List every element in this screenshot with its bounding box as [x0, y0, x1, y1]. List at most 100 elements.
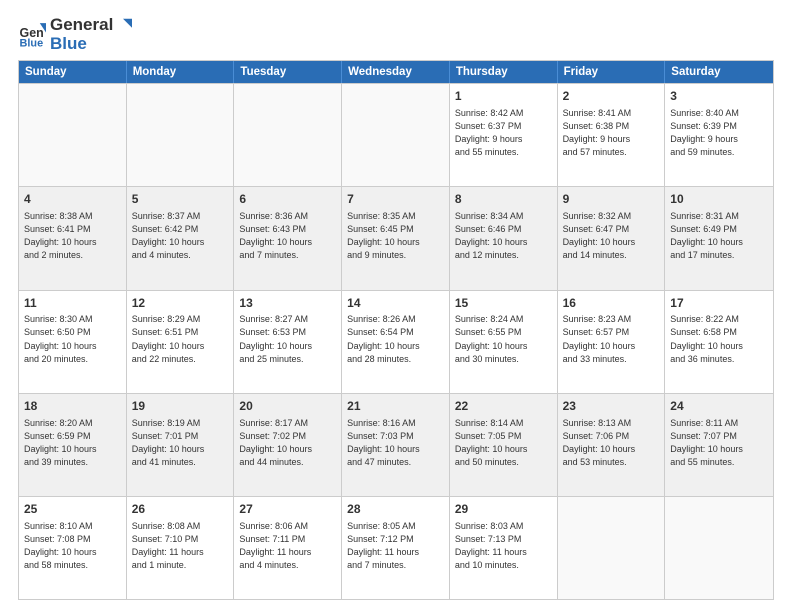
svg-text:Blue: Blue [20, 38, 44, 49]
day-number-28: 28 [347, 501, 444, 518]
day-number-1: 1 [455, 88, 552, 105]
header-day-thursday: Thursday [450, 61, 558, 83]
day-number-16: 16 [563, 295, 660, 312]
cal-cell-3-4: 22 Sunrise: 8:14 AM Sunset: 7:05 PM Dayli… [450, 394, 558, 496]
day-number-6: 6 [239, 191, 336, 208]
calendar-row-2: 11Sunrise: 8:30 AM Sunset: 6:50 PM Dayli… [19, 290, 773, 393]
cell-detail-13: Sunrise: 8:27 AM Sunset: 6:53 PM Dayligh… [239, 313, 336, 365]
day-number-22: 22 [455, 398, 552, 415]
cell-detail-16: Sunrise: 8:23 AM Sunset: 6:57 PM Dayligh… [563, 313, 660, 365]
day-number-10: 10 [670, 191, 768, 208]
header-day-sunday: Sunday [19, 61, 127, 83]
cell-detail-11: Sunrise: 8:30 AM Sunset: 6:50 PM Dayligh… [24, 313, 121, 365]
cal-cell-4-3: 28Sunrise: 8:05 AM Sunset: 7:12 PM Dayli… [342, 497, 450, 599]
calendar-header: SundayMondayTuesdayWednesdayThursdayFrid… [19, 61, 773, 83]
day-number-11: 11 [24, 295, 121, 312]
cell-detail-10: Sunrise: 8:31 AM Sunset: 6:49 PM Dayligh… [670, 210, 768, 262]
day-number-14: 14 [347, 295, 444, 312]
cal-cell-1-4: 8 Sunrise: 8:34 AM Sunset: 6:46 PM Daylig… [450, 187, 558, 289]
cal-cell-1-5: 9 Sunrise: 8:32 AM Sunset: 6:47 PM Daylig… [558, 187, 666, 289]
day-number-5: 5 [132, 191, 229, 208]
cal-cell-1-2: 6 Sunrise: 8:36 AM Sunset: 6:43 PM Daylig… [234, 187, 342, 289]
cal-cell-4-4: 29 Sunrise: 8:03 AM Sunset: 7:13 PM Dayli… [450, 497, 558, 599]
cal-cell-2-3: 14Sunrise: 8:26 AM Sunset: 6:54 PM Dayli… [342, 291, 450, 393]
day-number-26: 26 [132, 501, 229, 518]
day-number-2: 2 [563, 88, 660, 105]
header-day-tuesday: Tuesday [234, 61, 342, 83]
header-day-monday: Monday [127, 61, 235, 83]
header: Gen Blue GeneralBlue [18, 16, 774, 52]
cell-detail-23: Sunrise: 8:13 AM Sunset: 7:06 PM Dayligh… [563, 417, 660, 469]
cell-detail-29: Sunrise: 8:03 AM Sunset: 7:13 PM Dayligh… [455, 520, 552, 572]
cal-cell-3-0: 18 Sunrise: 8:20 AM Sunset: 6:59 PM Dayli… [19, 394, 127, 496]
day-number-9: 9 [563, 191, 660, 208]
day-number-21: 21 [347, 398, 444, 415]
cell-detail-17: Sunrise: 8:22 AM Sunset: 6:58 PM Dayligh… [670, 313, 768, 365]
day-number-17: 17 [670, 295, 768, 312]
calendar-row-4: 25 Sunrise: 8:10 AM Sunset: 7:08 PM Dayli… [19, 496, 773, 599]
cal-cell-4-5 [558, 497, 666, 599]
cal-cell-4-1: 26 Sunrise: 8:08 AM Sunset: 7:10 PM Dayli… [127, 497, 235, 599]
cal-cell-3-6: 24Sunrise: 8:11 AM Sunset: 7:07 PM Dayli… [665, 394, 773, 496]
day-number-23: 23 [563, 398, 660, 415]
cal-cell-2-2: 13Sunrise: 8:27 AM Sunset: 6:53 PM Dayli… [234, 291, 342, 393]
cell-detail-9: Sunrise: 8:32 AM Sunset: 6:47 PM Dayligh… [563, 210, 660, 262]
cal-cell-3-1: 19 Sunrise: 8:19 AM Sunset: 7:01 PM Dayli… [127, 394, 235, 496]
calendar: SundayMondayTuesdayWednesdayThursdayFrid… [18, 60, 774, 600]
cell-detail-15: Sunrise: 8:24 AM Sunset: 6:55 PM Dayligh… [455, 313, 552, 365]
cal-cell-0-2 [234, 84, 342, 186]
page: Gen Blue GeneralBlue SundayMondayTuesday… [0, 0, 792, 612]
cal-cell-0-5: 2 Sunrise: 8:41 AM Sunset: 6:38 PM Daylig… [558, 84, 666, 186]
cal-cell-0-1 [127, 84, 235, 186]
day-number-8: 8 [455, 191, 552, 208]
cal-cell-0-6: 3Sunrise: 8:40 AM Sunset: 6:39 PM Daylig… [665, 84, 773, 186]
cell-detail-6: Sunrise: 8:36 AM Sunset: 6:43 PM Dayligh… [239, 210, 336, 262]
day-number-19: 19 [132, 398, 229, 415]
cell-detail-18: Sunrise: 8:20 AM Sunset: 6:59 PM Dayligh… [24, 417, 121, 469]
cell-detail-1: Sunrise: 8:42 AM Sunset: 6:37 PM Dayligh… [455, 107, 552, 159]
cell-detail-24: Sunrise: 8:11 AM Sunset: 7:07 PM Dayligh… [670, 417, 768, 469]
calendar-row-0: 1 Sunrise: 8:42 AM Sunset: 6:37 PM Daylig… [19, 83, 773, 186]
cell-detail-5: Sunrise: 8:37 AM Sunset: 6:42 PM Dayligh… [132, 210, 229, 262]
cell-detail-12: Sunrise: 8:29 AM Sunset: 6:51 PM Dayligh… [132, 313, 229, 365]
day-number-13: 13 [239, 295, 336, 312]
day-number-12: 12 [132, 295, 229, 312]
cal-cell-3-2: 20 Sunrise: 8:17 AM Sunset: 7:02 PM Dayli… [234, 394, 342, 496]
cell-detail-14: Sunrise: 8:26 AM Sunset: 6:54 PM Dayligh… [347, 313, 444, 365]
day-number-7: 7 [347, 191, 444, 208]
cell-detail-27: Sunrise: 8:06 AM Sunset: 7:11 PM Dayligh… [239, 520, 336, 572]
logo: Gen Blue GeneralBlue [18, 16, 133, 52]
cal-cell-2-6: 17Sunrise: 8:22 AM Sunset: 6:58 PM Dayli… [665, 291, 773, 393]
calendar-body: 1 Sunrise: 8:42 AM Sunset: 6:37 PM Daylig… [19, 83, 773, 599]
cell-detail-22: Sunrise: 8:14 AM Sunset: 7:05 PM Dayligh… [455, 417, 552, 469]
cal-cell-2-5: 16Sunrise: 8:23 AM Sunset: 6:57 PM Dayli… [558, 291, 666, 393]
cell-detail-20: Sunrise: 8:17 AM Sunset: 7:02 PM Dayligh… [239, 417, 336, 469]
cal-cell-1-6: 10 Sunrise: 8:31 AM Sunset: 6:49 PM Dayli… [665, 187, 773, 289]
day-number-18: 18 [24, 398, 121, 415]
cell-detail-2: Sunrise: 8:41 AM Sunset: 6:38 PM Dayligh… [563, 107, 660, 159]
header-day-friday: Friday [558, 61, 666, 83]
cal-cell-0-3 [342, 84, 450, 186]
cell-detail-21: Sunrise: 8:16 AM Sunset: 7:03 PM Dayligh… [347, 417, 444, 469]
cal-cell-4-6 [665, 497, 773, 599]
cal-cell-1-0: 4 Sunrise: 8:38 AM Sunset: 6:41 PM Daylig… [19, 187, 127, 289]
cell-detail-4: Sunrise: 8:38 AM Sunset: 6:41 PM Dayligh… [24, 210, 121, 262]
cal-cell-1-3: 7 Sunrise: 8:35 AM Sunset: 6:45 PM Daylig… [342, 187, 450, 289]
cal-cell-3-5: 23 Sunrise: 8:13 AM Sunset: 7:06 PM Dayli… [558, 394, 666, 496]
cell-detail-19: Sunrise: 8:19 AM Sunset: 7:01 PM Dayligh… [132, 417, 229, 469]
header-day-wednesday: Wednesday [342, 61, 450, 83]
cell-detail-25: Sunrise: 8:10 AM Sunset: 7:08 PM Dayligh… [24, 520, 121, 572]
cal-cell-2-1: 12Sunrise: 8:29 AM Sunset: 6:51 PM Dayli… [127, 291, 235, 393]
day-number-29: 29 [455, 501, 552, 518]
day-number-20: 20 [239, 398, 336, 415]
cell-detail-7: Sunrise: 8:35 AM Sunset: 6:45 PM Dayligh… [347, 210, 444, 262]
logo-icon: Gen Blue [18, 20, 46, 48]
cal-cell-3-3: 21 Sunrise: 8:16 AM Sunset: 7:03 PM Dayli… [342, 394, 450, 496]
day-number-25: 25 [24, 501, 121, 518]
cal-cell-2-0: 11Sunrise: 8:30 AM Sunset: 6:50 PM Dayli… [19, 291, 127, 393]
day-number-15: 15 [455, 295, 552, 312]
cal-cell-2-4: 15Sunrise: 8:24 AM Sunset: 6:55 PM Dayli… [450, 291, 558, 393]
day-number-4: 4 [24, 191, 121, 208]
cell-detail-26: Sunrise: 8:08 AM Sunset: 7:10 PM Dayligh… [132, 520, 229, 572]
cell-detail-8: Sunrise: 8:34 AM Sunset: 6:46 PM Dayligh… [455, 210, 552, 262]
